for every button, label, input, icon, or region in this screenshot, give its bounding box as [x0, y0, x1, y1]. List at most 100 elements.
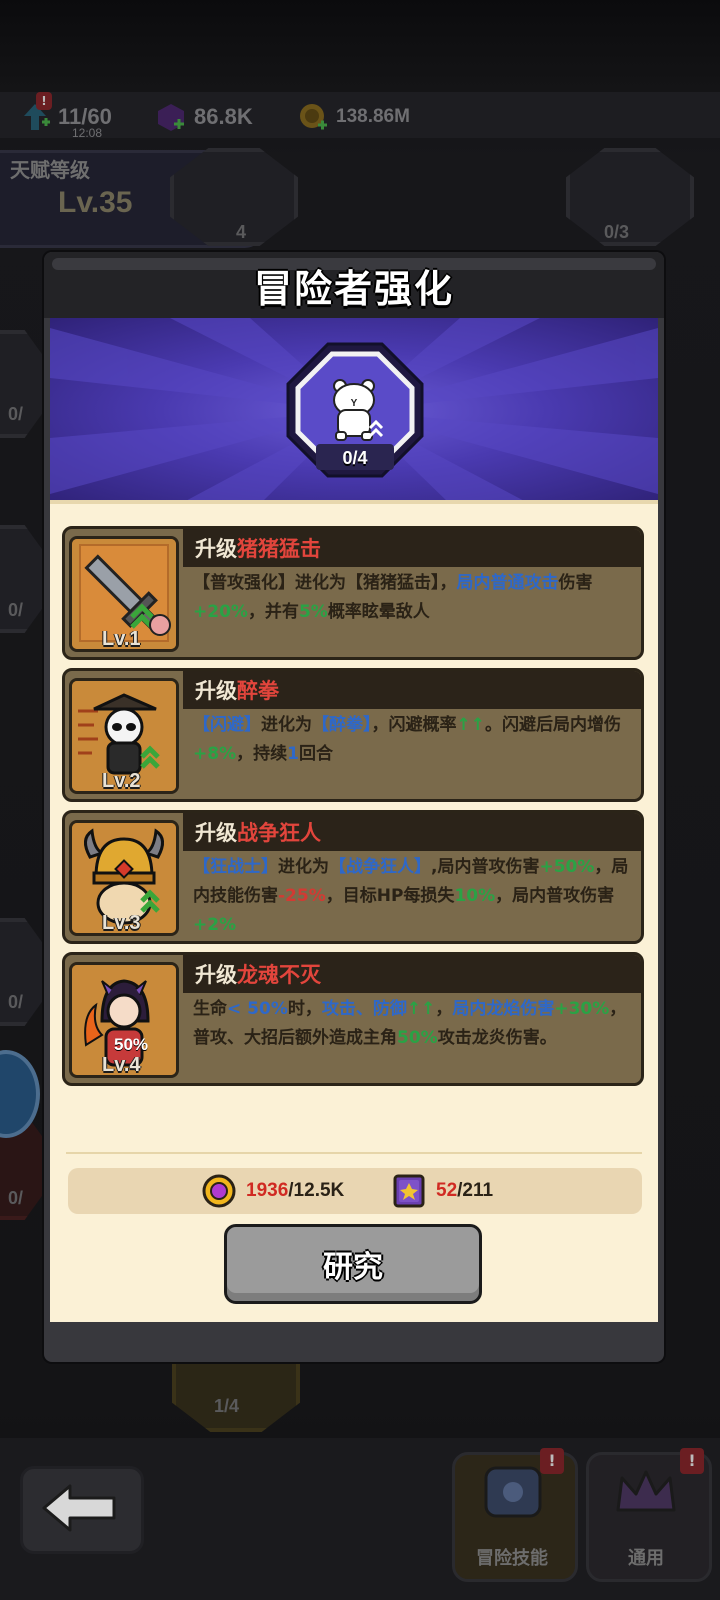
skill-title-prefix: 升级	[195, 537, 237, 561]
description-segment: +2%	[193, 915, 237, 935]
description-segment: 进化为	[278, 857, 329, 877]
stamina-timer: 12:08	[72, 126, 103, 140]
skill-title: 升级龙魂不灭	[195, 959, 321, 989]
description-segment: ，闪避概率	[371, 715, 457, 735]
skill-level: Lv.3	[102, 912, 141, 934]
talent-node-count: 0/	[8, 600, 24, 620]
description-segment: 5%	[298, 602, 328, 622]
description-segment: -25%	[278, 886, 326, 906]
skill-level: Lv.2	[102, 770, 141, 792]
description-segment: 伤害	[558, 573, 593, 593]
skill-title-prefix: 升级	[195, 679, 237, 703]
skill-title-prefix: 升级	[195, 963, 237, 987]
description-segment: +8%	[193, 744, 237, 764]
description-segment: ↑↑	[456, 715, 486, 735]
skill-title-name: 醉拳	[237, 679, 279, 703]
description-segment: 【普攻强化】进化为【猪猪猛击】，	[193, 573, 457, 593]
adventure-skill-icon	[484, 1466, 542, 1518]
skill-title: 升级战争狂人	[195, 817, 321, 847]
skill-description: 生命< 50%时，攻击、防御↑↑，局内龙焰伤害+30%，普攻、大招后额外造成主角…	[193, 995, 639, 1053]
svg-text:Y: Y	[351, 398, 358, 409]
talent-node-count: 4	[236, 222, 247, 242]
talent-node-count: 0/	[8, 1188, 24, 1208]
stamina-alert-icon: !	[36, 92, 52, 110]
talent-node-count: 1/4	[214, 1396, 240, 1416]
skill-book-icon	[393, 1174, 425, 1208]
skill-title: 升级猪猪猛击	[195, 533, 321, 563]
description-segment: 攻击龙炎伤害。	[437, 1028, 557, 1048]
description-segment: 【战争狂人】	[329, 857, 431, 877]
gold-coin-icon	[300, 104, 327, 130]
description-segment: 10%	[454, 886, 496, 906]
skill-level: Lv.1	[102, 628, 141, 650]
dialog-title: 冒险者强化	[253, 267, 454, 311]
book-cost: 52/211	[392, 1174, 494, 1208]
general-label: 通用	[628, 1548, 664, 1569]
research-coin-icon	[202, 1174, 236, 1208]
description-segment: 局内龙焰伤害	[452, 999, 555, 1019]
skill-title: 升级醉拳	[195, 675, 279, 705]
description-segment: +30%	[554, 999, 610, 1019]
skill-description: 【闪避】进化为【醉拳】，闪避概率↑↑。闪避后局内增伤 +8%，持续1回合	[193, 711, 639, 769]
description-segment: 。闪避后局内增伤	[485, 715, 621, 735]
skill-title-name: 猪猪猛击	[237, 537, 321, 561]
description-segment: 生命	[193, 999, 227, 1019]
skill-title-name: 战争狂人	[237, 821, 321, 845]
talent-level-title: 天赋等级	[10, 158, 90, 182]
skill-card-dragon-soul[interactable]: 50% Lv.4 升级龙魂不灭 生命< 50%时，攻击、防御↑↑，局内龙焰伤害+…	[62, 952, 644, 1086]
description-segment: ，并有	[247, 602, 299, 622]
divider	[66, 1152, 642, 1154]
coin-current: 1936	[246, 1180, 289, 1201]
gem-value: 86.8K	[194, 104, 253, 129]
skill-description: 【狂战士】进化为【战争狂人】,局内普攻伤害+50%，局内技能伤害-25%，目标H…	[193, 853, 639, 940]
adventure-skill-label: 冒险技能	[476, 1548, 548, 1569]
skill-description: 【普攻强化】进化为【猪猪猛击】，局内普通攻击伤害 +20%，并有5%概率眩晕敌人	[193, 569, 639, 627]
skill-icon-frame: 50% Lv.4	[69, 962, 179, 1078]
book-required: /211	[457, 1180, 494, 1201]
coin-required: /12.5K	[288, 1180, 345, 1201]
general-alert-icon: !	[680, 1448, 704, 1474]
talent-node-count: 0/3	[604, 222, 630, 242]
description-segment: ，目标HP每损失	[325, 886, 455, 906]
gem-counter[interactable]: 86.8K	[156, 100, 253, 134]
talent-level-value: Lv.35	[58, 186, 133, 219]
skill-title-name: 龙魂不灭	[237, 963, 321, 987]
coin-cost: 1936/12.5K	[202, 1174, 345, 1208]
book-current: 52	[436, 1180, 458, 1201]
description-segment: 概率眩晕敌人	[327, 602, 430, 622]
description-segment: ，局内普攻伤害	[495, 886, 615, 906]
back-arrow-icon	[42, 1484, 116, 1532]
description-segment: +50%	[539, 857, 595, 877]
description-segment: ↑↑	[406, 999, 436, 1019]
description-segment: 攻击、防御	[321, 999, 407, 1019]
description-segment: ，	[435, 999, 453, 1019]
description-segment: 50%	[397, 1028, 438, 1048]
talent-node[interactable]	[566, 148, 694, 246]
talent-node-count: 0/	[8, 992, 24, 1012]
adventure-skill-alert-icon: !	[540, 1448, 564, 1474]
skill-icon-frame: Lv.1	[69, 536, 179, 652]
description-segment: +20%	[193, 602, 248, 622]
skill-badge-percent: 50%	[114, 1035, 149, 1054]
description-segment: 回合	[298, 744, 333, 764]
emblem-progress: 0/4	[342, 448, 368, 468]
description-segment: 进化为	[261, 715, 312, 735]
description-segment: 【醉拳】	[312, 715, 372, 735]
skill-card-pig-strike[interactable]: Lv.1 升级猪猪猛击 【普攻强化】进化为【猪猪猛击】，局内普通攻击伤害 +20%…	[62, 526, 644, 660]
cost-bar	[68, 1168, 642, 1214]
description-segment: ,局内普攻伤害	[431, 857, 540, 877]
skill-icon-frame: Lv.2	[69, 678, 179, 794]
gold-counter[interactable]: 138.86M	[298, 100, 410, 134]
description-segment: ，持续	[236, 744, 288, 764]
description-segment: 【闪避】	[193, 715, 261, 735]
description-segment: < 50%	[227, 999, 288, 1019]
talent-node-count: 0/	[8, 404, 24, 424]
description-segment: 【狂战士】	[193, 857, 278, 877]
gem-cube-icon	[158, 104, 184, 131]
skill-title-prefix: 升级	[195, 821, 237, 845]
skill-card-drunken-fist[interactable]: Lv.2 升级醉拳 【闪避】进化为【醉拳】，闪避概率↑↑。闪避后局内增伤 +8%，…	[62, 668, 644, 802]
crown-icon	[616, 1470, 676, 1512]
skill-card-warmonger[interactable]: Lv.3 升级战争狂人 【狂战士】进化为【战争狂人】,局内普攻伤害+50%，局内…	[62, 810, 644, 944]
description-segment: 1	[287, 744, 299, 764]
skill-icon-frame: Lv.3	[69, 820, 179, 936]
